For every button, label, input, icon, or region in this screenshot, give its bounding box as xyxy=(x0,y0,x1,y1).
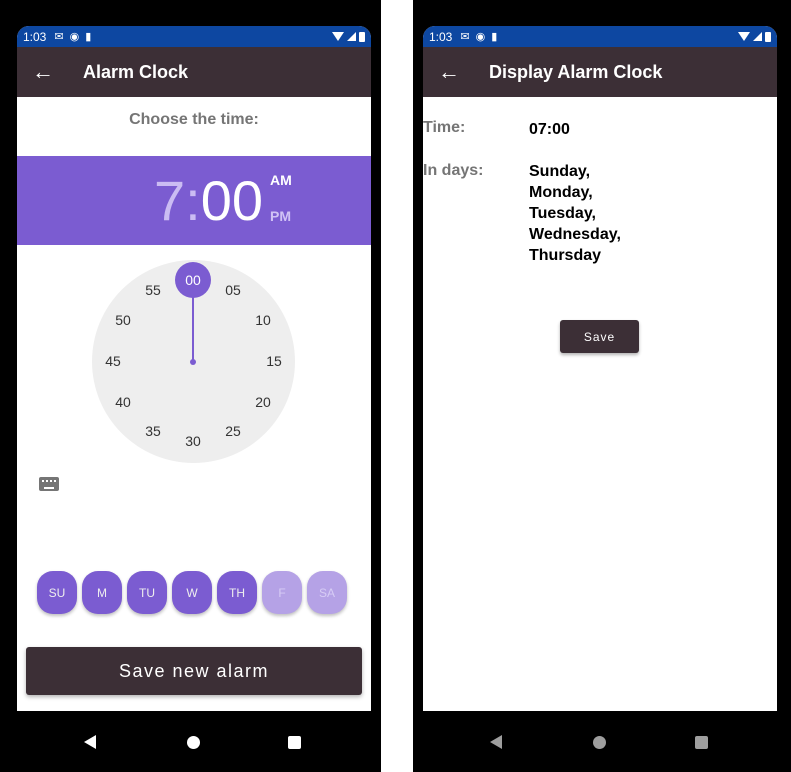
save-new-alarm-button[interactable]: Save new alarm xyxy=(26,647,362,695)
time-display: 7:00 xyxy=(154,171,263,231)
mail-icon: ✉ xyxy=(460,31,470,43)
clock-hand xyxy=(192,290,194,361)
day-toggle-friday[interactable]: F xyxy=(262,571,302,614)
back-arrow-icon[interactable]: ← xyxy=(425,47,473,97)
nav-back-icon[interactable] xyxy=(490,735,502,749)
clock-number[interactable]: 30 xyxy=(180,431,206,451)
nav-recents-icon[interactable] xyxy=(695,736,708,749)
clock-selected-minute[interactable]: 00 xyxy=(175,262,211,298)
back-arrow-icon[interactable]: ← xyxy=(19,47,67,97)
days-list: Sunday, Monday, Tuesday, Wednesday, Thur… xyxy=(529,161,621,266)
nav-home-icon[interactable] xyxy=(593,736,606,749)
day-value: Monday, xyxy=(529,184,593,201)
wifi-icon xyxy=(738,32,750,41)
clock-number[interactable]: 05 xyxy=(220,280,246,300)
keyboard-icon[interactable] xyxy=(39,477,59,491)
time-separator: : xyxy=(185,169,201,232)
phone-left: 1:03 ✉ ◉ ▮ ← Alarm Clock Choose the time… xyxy=(0,0,381,772)
status-time: 1:03 xyxy=(429,29,453,44)
day-toggle-saturday[interactable]: SA xyxy=(307,571,347,614)
nav-back-icon[interactable] xyxy=(84,735,96,749)
status-time: 1:03 xyxy=(23,29,47,44)
clock-number[interactable]: 10 xyxy=(250,310,276,330)
clock-number[interactable]: 45 xyxy=(100,351,126,371)
sd-card-icon: ▮ xyxy=(85,31,92,43)
notification-icon: ◉ xyxy=(69,31,80,43)
clock-center xyxy=(190,359,196,365)
app-bar: ← Alarm Clock xyxy=(17,47,371,97)
day-value: Wednesday, xyxy=(529,226,621,243)
battery-icon xyxy=(765,31,771,42)
day-toggle-thursday[interactable]: TH xyxy=(217,571,257,614)
day-value: Tuesday, xyxy=(529,205,596,222)
day-toggle-monday[interactable]: M xyxy=(82,571,122,614)
am-toggle[interactable]: AM xyxy=(270,172,292,188)
signal-icon xyxy=(753,32,762,41)
hour-display[interactable]: 7 xyxy=(154,169,185,232)
time-label: Time: xyxy=(423,119,466,136)
alarm-clock-screen: 1:03 ✉ ◉ ▮ ← Alarm Clock Choose the time… xyxy=(17,26,371,711)
clock-number[interactable]: 35 xyxy=(140,421,166,441)
day-toggle-sunday[interactable]: SU xyxy=(37,571,77,614)
nav-home-icon[interactable] xyxy=(187,736,200,749)
navigation-bar xyxy=(413,711,791,772)
clock-number[interactable]: 50 xyxy=(110,310,136,330)
clock-number[interactable]: 25 xyxy=(220,421,246,441)
day-toggle-wednesday[interactable]: W xyxy=(172,571,212,614)
display-alarm-screen: 1:03 ✉ ◉ ▮ ← Display Alarm Clock Time: 0… xyxy=(423,26,777,711)
battery-icon xyxy=(359,31,365,42)
day-selector: SU M TU W TH F SA xyxy=(37,571,347,614)
clock-number[interactable]: 55 xyxy=(140,280,166,300)
minute-display[interactable]: 00 xyxy=(201,169,263,232)
time-value: 07:00 xyxy=(529,121,570,138)
app-title: Display Alarm Clock xyxy=(489,61,663,82)
status-right xyxy=(332,31,365,42)
status-bar: 1:03 ✉ ◉ ▮ xyxy=(17,26,371,47)
sd-card-icon: ▮ xyxy=(491,31,498,43)
status-right xyxy=(738,31,771,42)
mail-icon: ✉ xyxy=(54,31,64,43)
wifi-icon xyxy=(332,32,344,41)
phone-right: 1:03 ✉ ◉ ▮ ← Display Alarm Clock Time: 0… xyxy=(413,0,791,772)
status-bar: 1:03 ✉ ◉ ▮ xyxy=(423,26,777,47)
navigation-bar xyxy=(0,711,381,772)
nav-recents-icon[interactable] xyxy=(288,736,301,749)
clock-number[interactable]: 40 xyxy=(110,392,136,412)
clock-face[interactable]: 00 05 10 15 20 25 30 35 40 45 50 55 xyxy=(92,260,295,463)
pm-toggle[interactable]: PM xyxy=(270,208,291,224)
save-button[interactable]: Save xyxy=(560,320,639,353)
day-value: Sunday, xyxy=(529,163,591,180)
notification-icon: ◉ xyxy=(475,31,486,43)
clock-number[interactable]: 20 xyxy=(250,392,276,412)
choose-time-label: Choose the time: xyxy=(129,111,259,128)
signal-icon xyxy=(347,32,356,41)
day-toggle-tuesday[interactable]: TU xyxy=(127,571,167,614)
days-label: In days: xyxy=(423,162,484,179)
clock-number[interactable]: 15 xyxy=(261,351,287,371)
time-picker-header: 7:00 AM PM xyxy=(17,156,371,245)
app-bar: ← Display Alarm Clock xyxy=(423,47,777,97)
day-value: Thursday xyxy=(529,247,602,264)
app-title: Alarm Clock xyxy=(83,61,189,82)
